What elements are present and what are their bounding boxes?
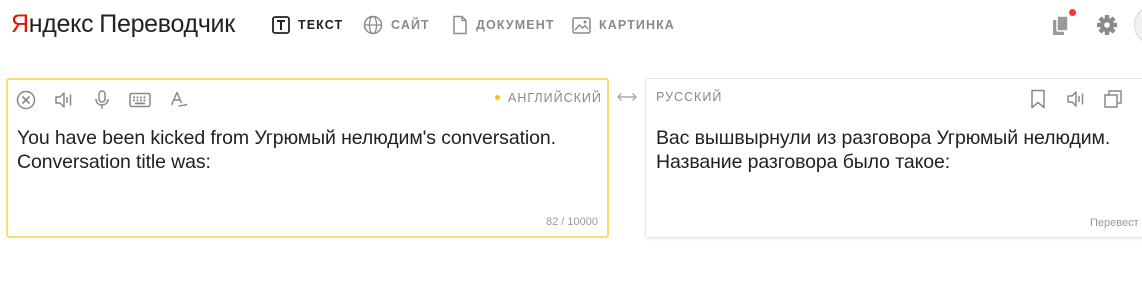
clear-button[interactable] [15, 89, 37, 111]
document-icon [453, 15, 467, 35]
tab-site-label: САЙТ [391, 18, 430, 32]
keyboard-button[interactable] [129, 89, 151, 111]
source-text-input[interactable]: You have been kicked from Угрюмый нелюди… [17, 126, 602, 174]
tab-text[interactable]: ТЕКСТ [272, 13, 343, 37]
tab-image-label: КАРТИНКА [599, 18, 675, 32]
settings-button[interactable] [1094, 12, 1120, 38]
logo-product: Переводчик [99, 10, 235, 38]
globe-icon [363, 15, 383, 35]
character-counter: 82 / 10000 [546, 216, 598, 228]
clear-icon [16, 90, 36, 110]
source-language-select[interactable]: АНГЛИЙСКИЙ [495, 91, 602, 105]
listen-icon [55, 92, 72, 108]
bookmark-button[interactable] [1027, 88, 1049, 110]
target-toolbar: РУССКИЙ [646, 79, 1142, 117]
target-language-select[interactable]: РУССКИЙ [656, 90, 722, 104]
target-panel: РУССКИЙ Вас вышвырнули из разговора Угрю… [645, 78, 1142, 238]
copy-button[interactable] [1102, 88, 1124, 110]
settings-gear-icon [1097, 15, 1117, 35]
logo-brand-first: Я [11, 10, 29, 38]
detected-language-dot [495, 95, 500, 100]
copy-icon [1104, 90, 1122, 108]
tab-site[interactable]: САЙТ [363, 13, 430, 37]
logo[interactable]: Яндекс Переводчик [11, 9, 235, 39]
logo-brand-rest: ндекс [28, 10, 94, 38]
source-panel: АНГЛИЙСКИЙ You have been kicked from Угр… [6, 78, 609, 238]
target-listen-button[interactable] [1065, 88, 1087, 110]
keyboard-icon [129, 92, 151, 108]
source-language-label: АНГЛИЙСКИЙ [508, 91, 602, 105]
text-icon [272, 16, 290, 34]
translation-output: Вас вышвырнули из разговора Угрюмый нелю… [656, 127, 1111, 173]
collections-button[interactable] [1049, 9, 1076, 38]
spellcheck-button[interactable] [168, 89, 190, 111]
tab-text-label: ТЕКСТ [298, 18, 344, 32]
source-toolbar: АНГЛИЙСКИЙ [8, 80, 607, 118]
spellcheck-icon [170, 91, 188, 108]
listen-icon [1067, 91, 1084, 107]
swap-arrows-icon [617, 93, 637, 101]
bookmark-icon [1031, 89, 1045, 109]
user-avatar[interactable] [1134, 5, 1142, 45]
tab-image[interactable]: КАРТИНКА [572, 13, 675, 37]
header: Яндекс Переводчик ТЕКСТ САЙТ ДОКУМЕНТ КА… [0, 0, 1142, 50]
target-language-label: РУССКИЙ [656, 90, 723, 104]
tab-document-label: ДОКУМЕНТ [476, 18, 555, 32]
microphone-button[interactable] [91, 89, 113, 111]
microphone-icon [95, 90, 109, 109]
tab-document[interactable]: ДОКУМЕНТ [452, 13, 555, 37]
suggest-translation-link[interactable]: Перевест [1090, 217, 1139, 229]
image-icon [572, 16, 591, 34]
source-listen-button[interactable] [53, 89, 75, 111]
notification-dot [1069, 9, 1076, 16]
swap-languages-button[interactable] [616, 88, 638, 106]
